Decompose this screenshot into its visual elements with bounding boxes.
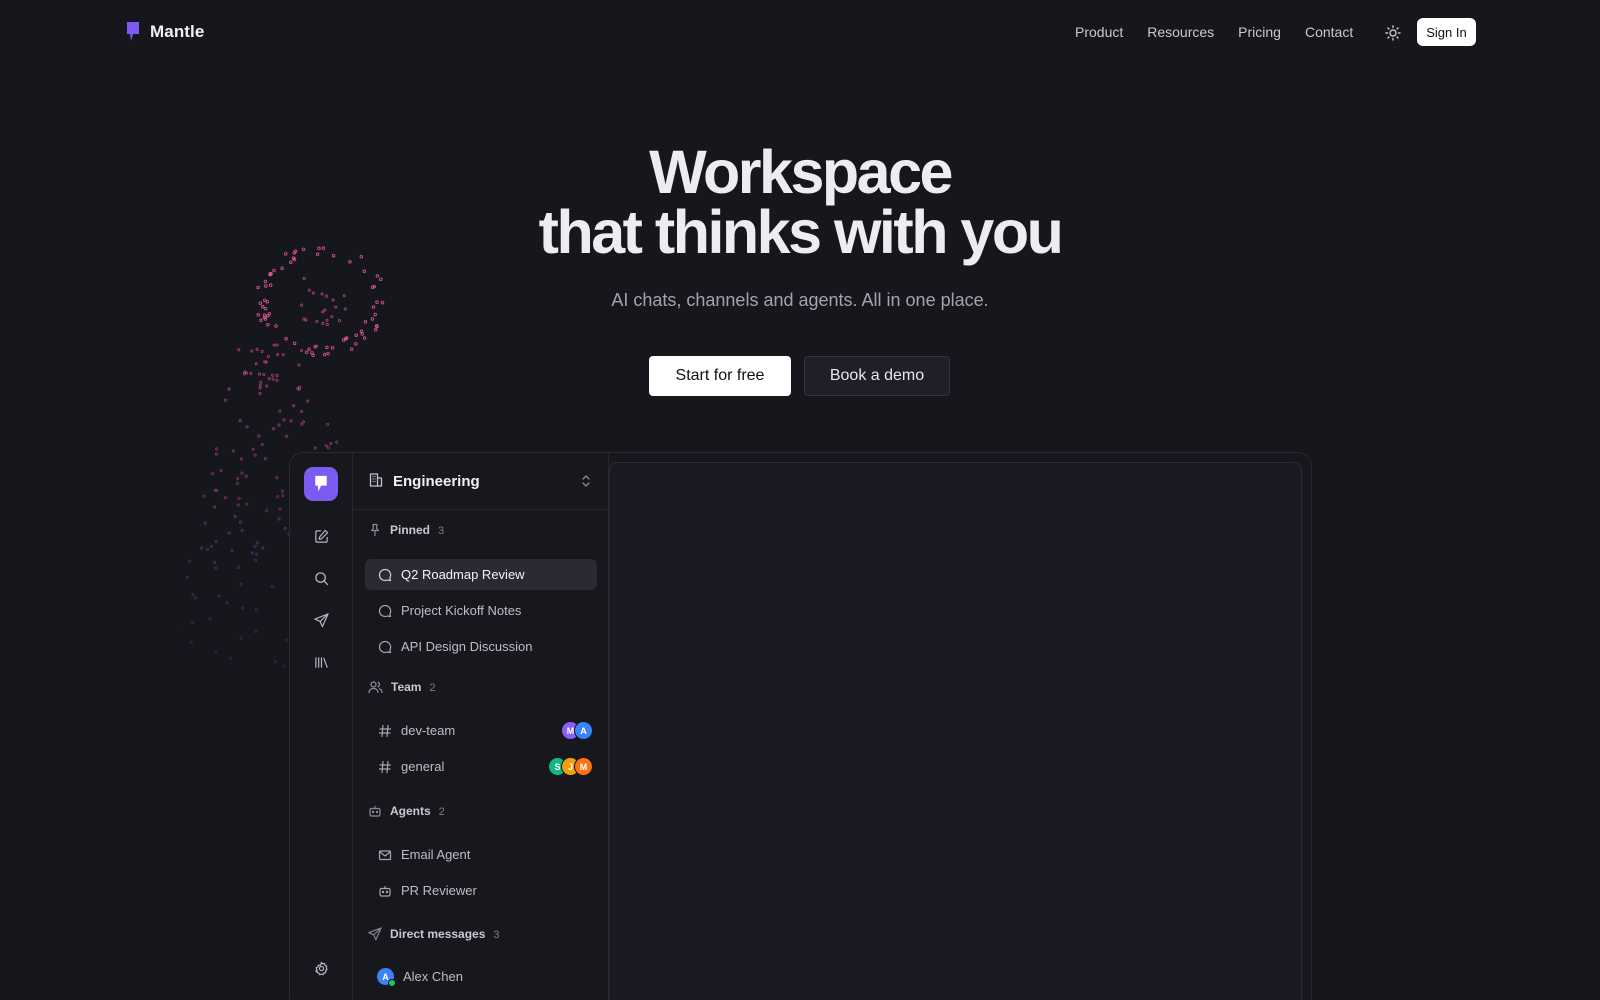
hero-title: Workspace that thinks with you (0, 142, 1600, 263)
agent-item[interactable]: Email Agent (365, 839, 597, 870)
item-label: API Design Discussion (401, 639, 533, 654)
chat-bubble-icon (378, 604, 392, 617)
section-label: Pinned (390, 522, 431, 537)
cta-row: Start for free Book a demo (649, 356, 950, 396)
nav-link-product[interactable]: Product (1075, 24, 1123, 40)
item-label: PR Reviewer (401, 883, 477, 898)
workspace-switcher[interactable]: Engineering (353, 453, 609, 510)
hash-icon (378, 724, 392, 737)
brand-name: Mantle (150, 22, 205, 41)
building-icon (369, 473, 383, 487)
section-label: Agents (390, 803, 431, 818)
avatar: A (377, 968, 396, 987)
channel-item[interactable]: dev-team M A (365, 715, 597, 746)
member-avatars: M A (561, 721, 593, 740)
agent-item[interactable]: PR Reviewer (365, 875, 597, 906)
icon-rail (290, 453, 353, 1000)
compose-icon[interactable] (312, 527, 330, 545)
nav-link-resources[interactable]: Resources (1147, 24, 1214, 40)
start-for-free-button[interactable]: Start for free (649, 356, 791, 396)
section-label: Team (391, 679, 422, 694)
section-count: 3 (493, 929, 500, 941)
app-preview: Engineering Pinned 3 Q2 Roadmap Review P… (289, 452, 1312, 1000)
mantle-logo-mark-icon (315, 475, 327, 492)
sign-in-button[interactable]: Sign In (1417, 18, 1476, 46)
robot-icon (369, 805, 381, 817)
mail-icon (378, 849, 392, 860)
library-icon[interactable] (312, 653, 330, 671)
landing-page: Mantle Product Resources Pricing Contact… (0, 0, 1600, 1000)
send-icon (368, 926, 382, 940)
chevron-up-down-icon (582, 475, 590, 487)
dm-item[interactable]: A Alex Chen (365, 961, 597, 992)
section-count: 3 (438, 525, 445, 537)
robot-icon (379, 885, 391, 897)
mantle-logo-icon (127, 22, 139, 41)
main-content-panel (609, 462, 1302, 1000)
nav-links: Product Resources Pricing Contact (1075, 24, 1353, 40)
item-label: Project Kickoff Notes (401, 603, 522, 618)
pinned-chat-item[interactable]: Project Kickoff Notes (365, 595, 597, 626)
search-icon[interactable] (312, 569, 330, 587)
item-label: Q2 Roadmap Review (401, 567, 525, 582)
section-label: Direct messages (390, 926, 486, 941)
settings-icon[interactable] (312, 959, 330, 977)
item-label: general (401, 759, 445, 774)
send-icon[interactable] (312, 611, 330, 629)
section-agents[interactable]: Agents 2 (368, 803, 445, 818)
item-label: Email Agent (401, 847, 471, 862)
app-logo-icon[interactable] (304, 467, 338, 501)
hero-subtitle: AI chats, channels and agents. All in on… (611, 290, 989, 310)
section-direct-messages[interactable]: Direct messages 3 (368, 926, 500, 941)
top-nav: Mantle Product Resources Pricing Contact… (0, 0, 1600, 64)
section-count: 2 (438, 806, 445, 818)
section-team[interactable]: Team 2 (368, 679, 436, 694)
chat-bubble-icon (378, 568, 392, 581)
pinned-chat-item[interactable]: Q2 Roadmap Review (365, 559, 597, 590)
pin-icon (370, 523, 380, 536)
section-pinned[interactable]: Pinned 3 (368, 522, 444, 537)
hero-title-line-2: that thinks with you (538, 198, 1064, 266)
section-count: 2 (429, 682, 436, 694)
nav-link-contact[interactable]: Contact (1305, 24, 1353, 40)
pinned-chat-item[interactable]: API Design Discussion (365, 631, 597, 662)
online-status-dot (388, 979, 396, 987)
avatar: M (574, 757, 593, 776)
member-avatars: S J M (548, 757, 593, 776)
sun-icon[interactable] (1384, 24, 1402, 42)
avatar: A (574, 721, 593, 740)
users-icon (368, 680, 383, 693)
item-label: Alex Chen (403, 969, 463, 984)
chat-bubble-icon (378, 640, 392, 653)
hash-icon (378, 760, 392, 773)
book-demo-button[interactable]: Book a demo (804, 356, 950, 396)
sidebar: Engineering Pinned 3 Q2 Roadmap Review P… (353, 453, 609, 1000)
item-label: dev-team (401, 723, 456, 738)
hero-title-line-1: Workspace (649, 138, 953, 206)
workspace-name: Engineering (393, 473, 480, 490)
brand[interactable]: Mantle (126, 21, 204, 43)
channel-item[interactable]: general S J M (365, 751, 597, 782)
nav-link-pricing[interactable]: Pricing (1238, 24, 1281, 40)
